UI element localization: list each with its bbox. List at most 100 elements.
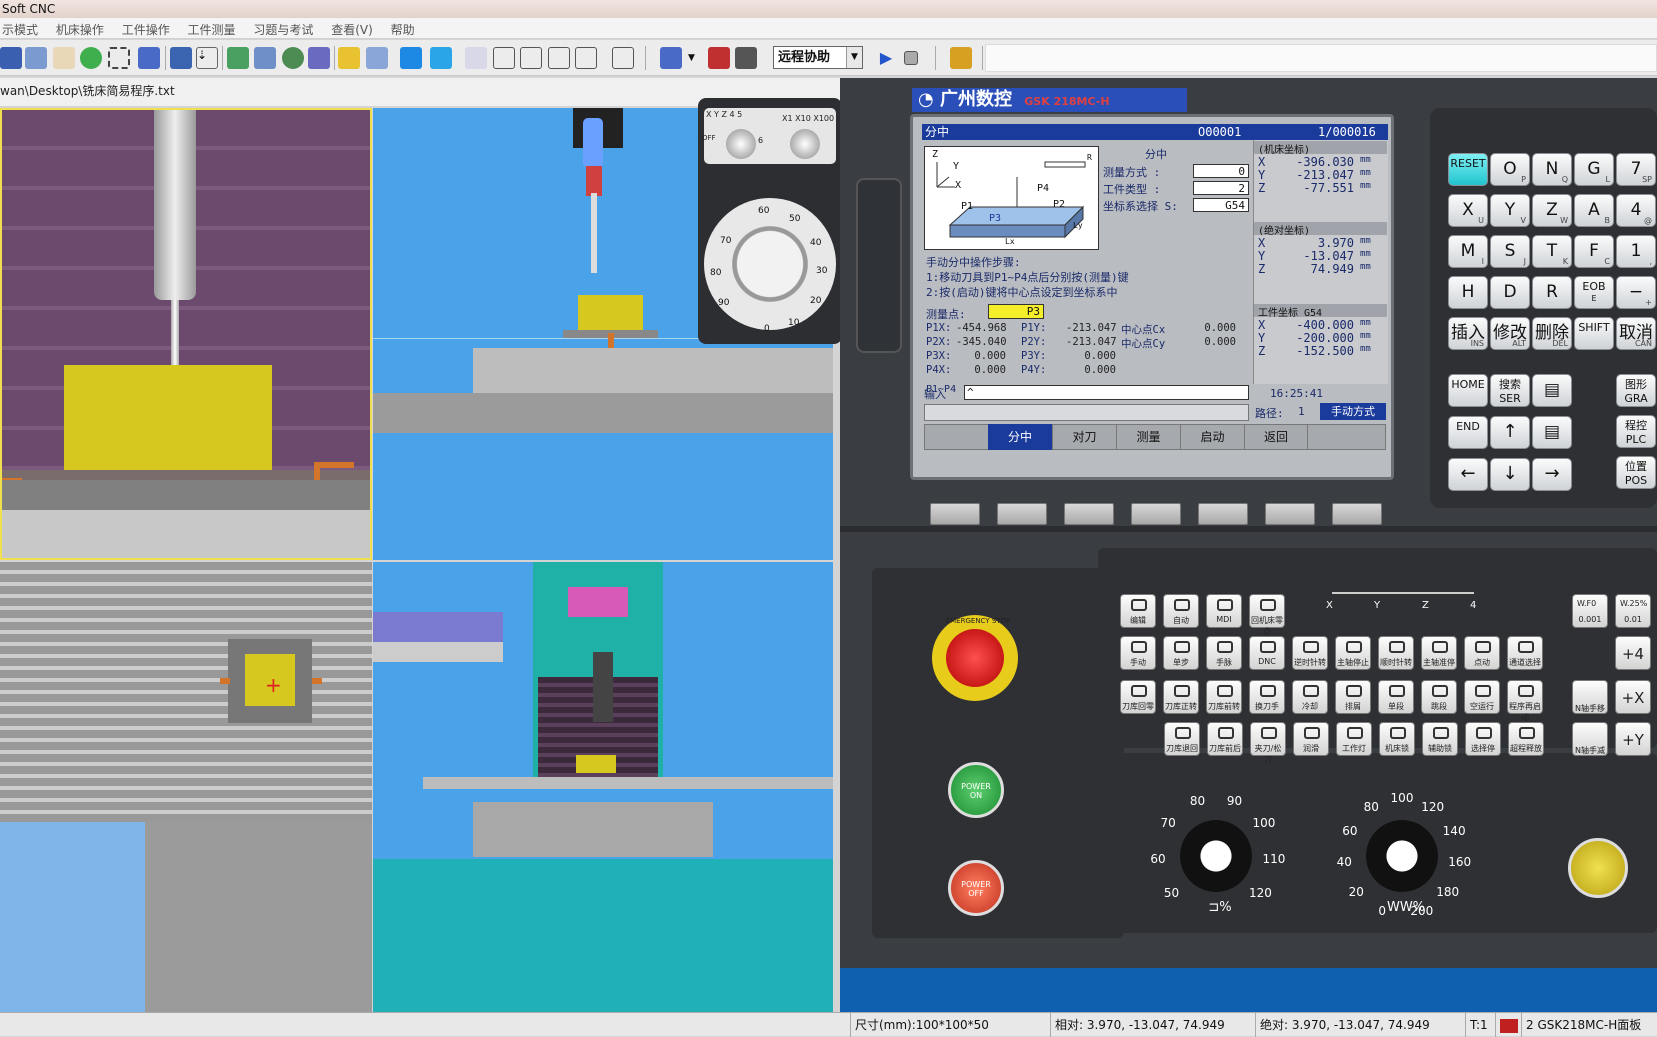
- nav-key-1[interactable]: 搜索 SER: [1490, 374, 1530, 407]
- nav-key-6[interactable]: →: [1532, 458, 1572, 491]
- key-2-3[interactable]: FC: [1574, 235, 1614, 268]
- op-key-row3-0[interactable]: 刀库回零: [1120, 680, 1156, 714]
- measure-point-value[interactable]: P3: [988, 304, 1044, 319]
- cube-icon[interactable]: [400, 47, 422, 69]
- workpiece-icon[interactable]: [227, 47, 249, 69]
- op-key-row3-1[interactable]: 刀库正转: [1163, 680, 1199, 714]
- op-key-row2-5[interactable]: 主轴停止: [1335, 636, 1371, 670]
- op-key-row3-3[interactable]: 换刀手: [1249, 680, 1285, 714]
- eraser-icon[interactable]: [612, 47, 634, 69]
- input-line[interactable]: ^: [964, 385, 1249, 400]
- op-key-row1-0[interactable]: 编辑: [1120, 594, 1156, 628]
- viewport-probe-closeup[interactable]: [0, 108, 372, 560]
- op-key-row2-2[interactable]: 手脉: [1206, 636, 1242, 670]
- op-key-row2-7[interactable]: 主轴准停: [1421, 636, 1457, 670]
- key-4-4[interactable]: 取消 CAN: [1616, 317, 1656, 350]
- op-key-row3-9[interactable]: 程序再启动: [1507, 680, 1543, 722]
- key-1-1[interactable]: YV: [1490, 194, 1530, 227]
- softkey-start[interactable]: 启动: [1180, 424, 1244, 450]
- op-key-row4-6[interactable]: 辅助锁: [1422, 722, 1458, 756]
- menu-machine-op[interactable]: 机床操作: [49, 18, 111, 38]
- tool-icon[interactable]: [308, 47, 330, 69]
- hard-softkey-5[interactable]: [1198, 503, 1248, 525]
- op-key-row4-8[interactable]: 超程释放: [1508, 722, 1544, 756]
- op-key-row3-6[interactable]: 单段: [1378, 680, 1414, 714]
- softkey-centering[interactable]: 分中: [988, 424, 1052, 450]
- key-0-2[interactable]: NQ: [1532, 153, 1572, 186]
- cut-icon[interactable]: [254, 47, 276, 69]
- op-key-row1-1[interactable]: 自动: [1163, 594, 1199, 628]
- page-down-icon[interactable]: ▤: [1532, 416, 1572, 449]
- hard-softkey-2[interactable]: [997, 503, 1047, 525]
- key-0-3[interactable]: GL: [1574, 153, 1614, 186]
- key-3-0[interactable]: H: [1448, 276, 1488, 309]
- rotate-icon[interactable]: [80, 47, 102, 69]
- softkey-measure[interactable]: 测量: [1116, 424, 1180, 450]
- spark-icon[interactable]: [338, 47, 360, 69]
- viewport-machine[interactable]: [373, 562, 833, 1012]
- select-box-icon[interactable]: [108, 47, 130, 69]
- chat-icon[interactable]: [950, 47, 972, 69]
- key-0-0[interactable]: RESET: [1448, 153, 1488, 186]
- hard-softkey-1[interactable]: [930, 503, 980, 525]
- n-axis-dec-button[interactable]: N轴手减: [1572, 722, 1608, 756]
- pan-hand-icon[interactable]: [53, 47, 75, 69]
- nav-key-5[interactable]: ↓: [1490, 458, 1530, 491]
- key-2-2[interactable]: TK: [1532, 235, 1572, 268]
- nav-key-4[interactable]: ←: [1448, 458, 1488, 491]
- key-1-2[interactable]: ZW: [1532, 194, 1572, 227]
- jog-plus-x-button[interactable]: +X: [1615, 680, 1651, 714]
- feed-override-knob[interactable]: [1366, 820, 1438, 892]
- op-key-row2-4[interactable]: 逆时针转: [1292, 636, 1328, 670]
- softkey-tool-set[interactable]: 对刀: [1052, 424, 1116, 450]
- nav-key-0[interactable]: HOME: [1448, 374, 1488, 407]
- op-key-row4-7[interactable]: 选择停: [1465, 722, 1501, 756]
- l-tool-icon[interactable]: [575, 47, 597, 69]
- power-on-button[interactable]: POWER ON: [948, 762, 1004, 818]
- nav-key-2[interactable]: END: [1448, 416, 1488, 449]
- side-key-1[interactable]: 程控 PLC: [1616, 415, 1656, 448]
- jog-plus-y-button[interactable]: +Y: [1615, 722, 1651, 756]
- key-2-4[interactable]: 1,: [1616, 235, 1656, 268]
- menu-workpiece-op[interactable]: 工件操作: [115, 18, 177, 38]
- op-key-row3-5[interactable]: 排屑: [1335, 680, 1371, 714]
- handwheel-dial[interactable]: [704, 198, 836, 330]
- side-key-0[interactable]: 图形 GRA: [1616, 374, 1656, 407]
- op-key-row3-4[interactable]: 冷却: [1292, 680, 1328, 714]
- scale-select-knob[interactable]: [790, 129, 820, 159]
- menu-view[interactable]: 查看(V): [324, 18, 380, 38]
- menu-display-mode[interactable]: 示模式: [0, 18, 45, 38]
- jog-plus-4-button[interactable]: +4: [1615, 636, 1651, 670]
- cycle-start-button[interactable]: [1568, 838, 1628, 898]
- feed-rate-0001-button[interactable]: 0.001 W.F0: [1572, 594, 1608, 628]
- key-2-1[interactable]: SJ: [1490, 235, 1530, 268]
- remote-assist-select[interactable]: 远程协助 ▼: [773, 46, 863, 69]
- key-3-4[interactable]: − +: [1616, 276, 1656, 309]
- hard-softkey-7[interactable]: [1332, 503, 1382, 525]
- coord-select-input[interactable]: G54: [1193, 198, 1249, 212]
- op-key-row2-6[interactable]: 顺时针转: [1378, 636, 1414, 670]
- spindle-override-knob[interactable]: [1180, 820, 1252, 892]
- key-3-1[interactable]: D: [1490, 276, 1530, 309]
- edit-icon[interactable]: [0, 47, 22, 69]
- hard-softkey-4[interactable]: [1131, 503, 1181, 525]
- nav-key-3[interactable]: ↑: [1490, 416, 1530, 449]
- op-key-row3-2[interactable]: 刀库前转: [1206, 680, 1242, 714]
- n-axis-jog-button[interactable]: N轴手移: [1572, 680, 1608, 714]
- zoom-icon[interactable]: [25, 47, 47, 69]
- viewport-top[interactable]: +: [0, 562, 372, 1012]
- op-key-row1-2[interactable]: MDI: [1206, 594, 1242, 628]
- key-4-2[interactable]: 删除 DEL: [1532, 317, 1572, 350]
- stop-icon[interactable]: [904, 51, 918, 65]
- part-icon[interactable]: [465, 47, 487, 69]
- hard-softkey-6[interactable]: [1265, 503, 1315, 525]
- op-key-row3-8[interactable]: 空运行: [1464, 680, 1500, 714]
- brush-icon[interactable]: [660, 47, 682, 69]
- op-key-row4-1[interactable]: 刀库前后: [1207, 722, 1243, 756]
- op-key-row1-3[interactable]: 回机床零点: [1249, 594, 1285, 636]
- op-key-row4-2[interactable]: 夹刀/松刀: [1250, 722, 1286, 764]
- key-1-0[interactable]: XU: [1448, 194, 1488, 227]
- power-off-button[interactable]: POWER OFF: [948, 860, 1004, 916]
- workpiece-type-input[interactable]: 2: [1193, 181, 1249, 195]
- probe-icon[interactable]: [366, 47, 388, 69]
